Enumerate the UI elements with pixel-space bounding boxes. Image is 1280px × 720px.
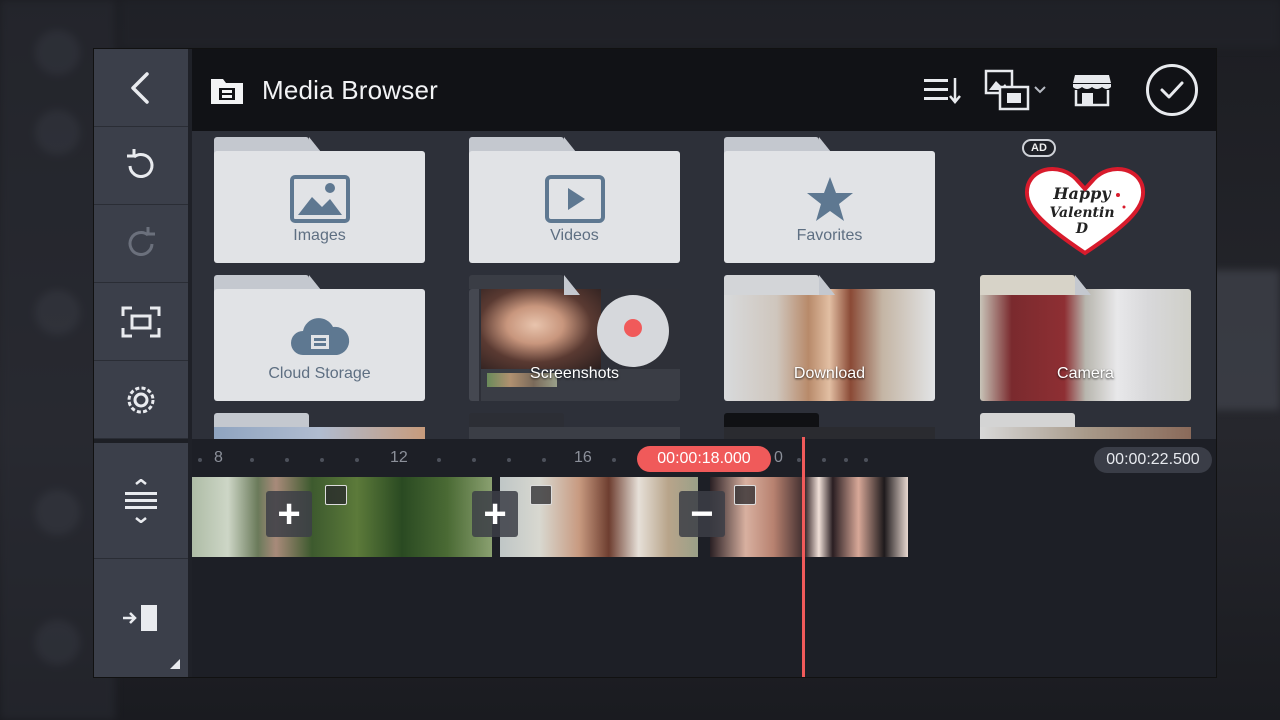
settings-button[interactable] — [94, 361, 188, 439]
redo-icon — [128, 226, 155, 256]
folder-partial-4[interactable] — [980, 413, 1191, 439]
media-filter-dropdown[interactable] — [980, 66, 1052, 114]
current-time-badge: 00:00:18.000 — [637, 446, 771, 472]
export-button[interactable] — [94, 559, 188, 677]
sort-icon — [924, 78, 961, 104]
capture-frame-button[interactable] — [94, 283, 188, 361]
header-bar: Media Browser — [192, 49, 1216, 131]
track-expand-button[interactable] — [94, 443, 188, 559]
add-transition-button[interactable]: + — [472, 491, 518, 537]
transition-button[interactable]: − — [679, 491, 725, 537]
folder-cloud-storage[interactable]: Cloud Storage — [214, 275, 425, 403]
image-clip-icon — [325, 485, 347, 505]
folder-label: Videos — [550, 227, 599, 244]
asset-store-button[interactable] — [1068, 66, 1116, 114]
folder-videos[interactable]: Videos — [469, 137, 680, 265]
ruler-label: 12 — [390, 449, 408, 466]
ruler-label: 16 — [574, 449, 592, 466]
undo-icon — [127, 148, 154, 178]
expand-vertical-icon — [125, 478, 157, 523]
undo-button[interactable] — [94, 127, 188, 205]
folder-grid: Images Videos Favorites AD Happy Valenti… — [192, 131, 1216, 439]
folder-images[interactable]: Images — [214, 137, 425, 265]
store-icon — [1073, 75, 1111, 107]
image-clip-icon — [734, 485, 756, 505]
folder-label: Images — [293, 227, 346, 244]
image-video-icon — [984, 69, 1030, 111]
checkmark-icon — [1160, 81, 1184, 99]
heart-icon: Happy Valentin D — [1024, 166, 1146, 256]
media-folder-icon — [211, 79, 243, 104]
time-ruler: 8 12 16 0 00:00:18.000 00:00:22.500 — [192, 439, 1216, 475]
folder-thumbnail — [469, 289, 680, 401]
ruler-label: 0 — [774, 449, 783, 466]
folder-label: Cloud Storage — [268, 365, 371, 382]
play-icon — [544, 175, 605, 223]
clip-3[interactable] — [710, 477, 908, 557]
main-content: Media Browser Images Videos Favorites AD… — [192, 49, 1216, 677]
folder-thumbnail — [724, 289, 935, 401]
chevron-down-icon — [1034, 86, 1046, 94]
total-time-badge: 00:00:22.500 — [1094, 447, 1212, 473]
confirm-button[interactable] — [1146, 64, 1198, 116]
app-screen: Media Browser Images Videos Favorites AD… — [0, 0, 1280, 720]
star-icon — [806, 177, 853, 221]
folder-label: Download — [793, 365, 866, 382]
folder-thumbnail — [980, 289, 1191, 401]
gear-icon — [127, 386, 155, 413]
folder-partial-1[interactable] — [214, 413, 425, 439]
ad-badge: AD — [1022, 139, 1056, 157]
image-clip-icon — [530, 485, 552, 505]
left-toolbar — [94, 49, 188, 677]
redo-button[interactable] — [94, 205, 188, 283]
import-arrow-icon — [123, 605, 157, 631]
folder-label: Favorites — [796, 227, 863, 244]
ad-text-2: Valentin — [1049, 205, 1114, 221]
media-browser-window: Media Browser Images Videos Favorites AD… — [94, 49, 1216, 677]
folder-screenshots[interactable]: Screenshots — [469, 275, 680, 403]
folder-download[interactable]: Download — [724, 275, 935, 403]
sort-button[interactable] — [918, 66, 966, 114]
screen-capture-icon — [121, 306, 161, 337]
back-button[interactable] — [94, 49, 188, 127]
corner-indicator-icon — [170, 659, 180, 669]
video-track: + + − — [192, 477, 908, 557]
clip-1[interactable] — [192, 477, 492, 557]
add-transition-button[interactable]: + — [266, 491, 312, 537]
folder-partial-3[interactable] — [724, 413, 935, 439]
ruler-label: 8 — [214, 449, 223, 466]
page-title: Media Browser — [262, 74, 438, 105]
folder-favorites[interactable]: Favorites — [724, 137, 935, 265]
timeline[interactable]: 8 12 16 0 00:00:18.000 00:00:22.500 + + … — [192, 439, 1216, 677]
folder-label: Camera — [1057, 365, 1114, 382]
folder-partial-2[interactable] — [469, 413, 680, 439]
folder-camera[interactable]: Camera — [980, 275, 1191, 403]
folder-label: Screenshots — [530, 365, 619, 382]
playhead[interactable] — [802, 437, 805, 677]
ad-tile[interactable]: AD Happy Valentin D — [980, 137, 1191, 265]
ad-text-3: D — [1075, 221, 1089, 237]
chevron-left-icon — [131, 71, 149, 104]
cloud-icon — [290, 318, 349, 355]
header-actions — [918, 49, 1216, 131]
ad-text-1: Happy — [1052, 184, 1112, 203]
image-icon — [289, 175, 350, 223]
clip-2[interactable] — [500, 477, 698, 557]
